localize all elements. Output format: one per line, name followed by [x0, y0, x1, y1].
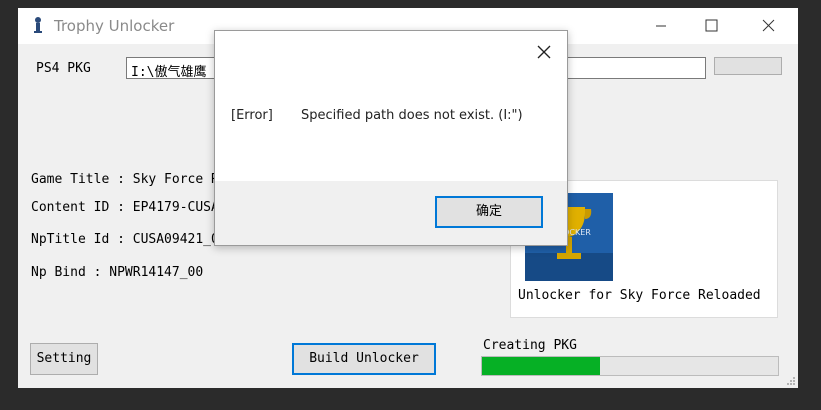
browse-button[interactable]: [714, 57, 782, 75]
build-unlocker-button[interactable]: Build Unlocker: [292, 343, 436, 375]
pkg-label: PS4 PKG: [36, 61, 91, 76]
ok-button[interactable]: 确定: [435, 196, 543, 228]
maximize-icon[interactable]: [688, 8, 734, 44]
error-message: Specified path does not exist. (I:"): [301, 108, 523, 123]
progress-fill: [482, 357, 601, 375]
window-title: Trophy Unlocker: [54, 17, 175, 35]
close-icon[interactable]: [744, 8, 790, 44]
content-id-text: Content ID : EP4179-CUSA0: [31, 200, 227, 215]
error-dialog: [Error] Specified path does not exist. (…: [214, 30, 568, 246]
preview-caption: Unlocker for Sky Force Reloaded: [518, 288, 761, 303]
minimize-icon[interactable]: [638, 8, 684, 44]
setting-button[interactable]: Setting: [30, 343, 98, 375]
progress-label: Creating PKG: [483, 338, 577, 353]
dialog-footer: 确定: [215, 181, 567, 245]
game-title-text: Game Title : Sky Force Re: [31, 172, 227, 187]
close-icon[interactable]: [533, 41, 555, 63]
nptitle-id-text: NpTitle Id : CUSA09421_00: [31, 232, 227, 247]
progress-bar: [481, 356, 779, 376]
app-icon: [34, 17, 42, 33]
resize-grip-icon[interactable]: [786, 376, 796, 386]
error-tag: [Error]: [231, 108, 273, 123]
np-bind-text: Np Bind : NPWR14147_00: [31, 265, 204, 280]
